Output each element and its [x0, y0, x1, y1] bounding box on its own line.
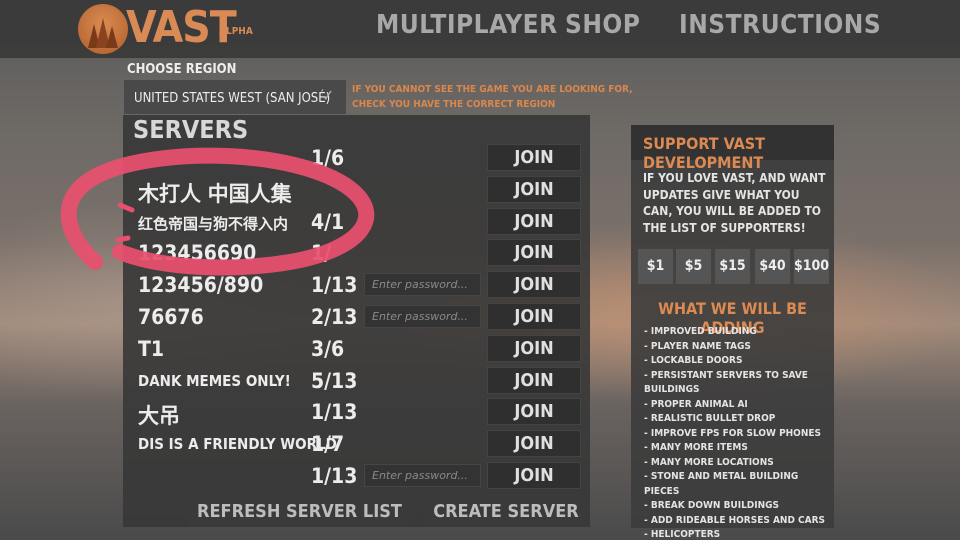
- top-bar: VAST ALPHA MULTIPLAYER SHOP INSTRUCTIONS: [0, 0, 960, 58]
- player-count: 1/7: [311, 432, 345, 457]
- region-note: IF YOU CANNOT SEE THE GAME YOU ARE LOOKI…: [352, 82, 633, 112]
- player-count: 4/1: [311, 209, 345, 234]
- roadmap-item: - IMPROVE FPS FOR SLOW PHONES: [644, 427, 821, 439]
- roadmap-item: - REALISTIC BULLET DROP: [644, 413, 776, 424]
- logo-alpha-tag: ALPHA: [219, 26, 253, 37]
- password-input[interactable]: Enter password...: [364, 464, 481, 487]
- roadmap-item: - STONE AND METAL BUILDING PIECES: [644, 471, 799, 497]
- player-count: 1/6: [311, 146, 345, 170]
- donate-100-button[interactable]: $100: [794, 249, 829, 284]
- support-title: SUPPORT VAST DEVELOPMENT: [631, 125, 834, 172]
- server-row: 1/13 Enter password... JOIN: [123, 458, 590, 490]
- player-count: 1/: [311, 241, 332, 266]
- roadmap-item: - IMPROVED BUILDING: [644, 326, 757, 337]
- region-dropdown[interactable]: UNITED STATES WEST (SAN JOSÉ): [124, 80, 346, 114]
- server-row: DIS IS A FRIENDLY WORLD 1/7 JOIN: [123, 426, 590, 458]
- join-button[interactable]: JOIN: [487, 207, 581, 235]
- region-note-line1: IF YOU CANNOT SEE THE GAME YOU ARE LOOKI…: [352, 84, 633, 95]
- donate-5-button[interactable]: $5: [676, 249, 711, 284]
- server-name: T1: [138, 336, 165, 361]
- player-count: 3/6: [311, 336, 345, 361]
- servers-panel: SERVERS 1/6 JOIN 木打人 中国人集 JOIN 红色帝国与狗不得入内 4/1…: [123, 115, 590, 527]
- nav-instructions[interactable]: INSTRUCTIONS: [679, 10, 881, 40]
- server-row: 123456690 1/JOIN: [123, 235, 590, 267]
- join-button[interactable]: JOIN: [487, 398, 581, 426]
- server-name: DANK MEMES ONLY!: [138, 371, 291, 390]
- donate-1-button[interactable]: $1: [638, 249, 673, 284]
- roadmap-item: - LOCKABLE DOORS: [644, 355, 743, 366]
- join-button[interactable]: JOIN: [487, 271, 581, 299]
- join-button[interactable]: JOIN: [487, 462, 581, 489]
- nav-multiplayer[interactable]: MULTIPLAYER: [376, 10, 558, 40]
- join-button[interactable]: JOIN: [487, 239, 581, 267]
- donate-15-button[interactable]: $15: [715, 249, 750, 284]
- refresh-server-list-button[interactable]: REFRESH SERVER LIST: [188, 496, 411, 527]
- player-count: 1/13: [311, 400, 358, 425]
- create-server-button[interactable]: CREATE SERVER: [422, 496, 590, 527]
- support-panel: SUPPORT VAST DEVELOPMENT IF YOU LOVE VAS…: [631, 125, 834, 540]
- roadmap-item: - MANY MORE LOCATIONS: [644, 456, 774, 468]
- vast-logo-icon: [78, 4, 128, 54]
- roadmap-list: - IMPROVED BUILDING - PLAYER NAME TAGS -…: [644, 325, 834, 540]
- password-input[interactable]: Enter password...: [364, 305, 481, 328]
- server-name: DIS IS A FRIENDLY WORLD: [138, 435, 337, 454]
- server-row: 木打人 中国人集 JOIN: [123, 172, 590, 206]
- player-count: 5/13: [311, 368, 358, 393]
- server-row: 76676 2/13 Enter password... JOIN: [123, 299, 590, 331]
- player-count: 1/13: [311, 273, 358, 298]
- server-row: 1/6 JOIN: [123, 140, 590, 172]
- server-name: 123456/890: [138, 273, 264, 298]
- roadmap-item: - MANY MORE ITEMS: [644, 442, 748, 453]
- join-button[interactable]: JOIN: [487, 144, 581, 171]
- server-row: 红色帝国与狗不得入内 4/1 JOIN: [123, 204, 590, 236]
- server-row: DANK MEMES ONLY! 5/13 JOIN: [123, 363, 590, 395]
- password-input[interactable]: Enter password...: [364, 273, 481, 297]
- player-count: 2/13: [311, 305, 358, 329]
- join-button[interactable]: JOIN: [487, 366, 581, 394]
- server-name: 76676: [138, 305, 204, 329]
- join-button[interactable]: JOIN: [487, 334, 581, 362]
- roadmap-item: - BREAK DOWN BUILDINGS: [644, 500, 780, 511]
- join-button[interactable]: JOIN: [487, 430, 581, 458]
- roadmap-item: - HELICOPTERS: [644, 529, 721, 540]
- checkmark-icon: ✓: [322, 86, 335, 105]
- server-row: 大吊 1/13 JOIN: [123, 394, 590, 428]
- player-count: 1/13: [311, 464, 358, 488]
- support-text: IF YOU LOVE VAST, AND WANT UPDATES GIVE …: [643, 171, 826, 235]
- join-button[interactable]: JOIN: [487, 175, 581, 203]
- region-selected-value: UNITED STATES WEST (SAN JOSÉ): [134, 91, 331, 106]
- server-row: 123456/890 1/13 Enter password... JOIN: [123, 267, 590, 299]
- join-button[interactable]: JOIN: [487, 303, 581, 330]
- server-row: T1 3/6 JOIN: [123, 331, 590, 363]
- roadmap-item: - PLAYER NAME TAGS: [644, 340, 751, 352]
- roadmap-item: - PERSISTANT SERVERS TO SAVE BUILDINGS: [644, 369, 808, 396]
- server-name: 红色帝国与狗不得入内: [138, 214, 289, 233]
- roadmap-item: - PROPER ANIMAL AI: [644, 398, 748, 410]
- donate-40-button[interactable]: $40: [755, 249, 790, 284]
- server-name: 123456690: [138, 241, 257, 266]
- nav-shop[interactable]: SHOP: [565, 10, 640, 40]
- roadmap-item: - ADD RIDEABLE HORSES AND CARS: [644, 514, 826, 526]
- region-label: CHOOSE REGION: [127, 62, 237, 77]
- region-note-line2: CHECK YOU HAVE THE CORRECT REGION: [352, 99, 556, 110]
